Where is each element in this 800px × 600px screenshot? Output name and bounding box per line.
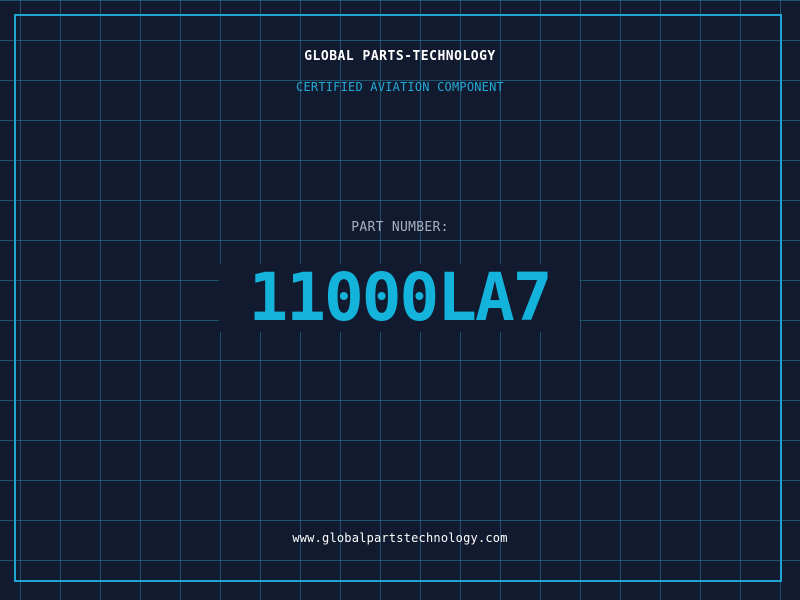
part-number-panel: 11000LA7 xyxy=(219,264,580,332)
company-name: GLOBAL PARTS-TECHNOLOGY xyxy=(304,49,496,64)
part-number-label: PART NUMBER: xyxy=(351,220,449,235)
grid-canvas: GLOBAL PARTS-TECHNOLOGY CERTIFIED AVIATI… xyxy=(0,0,800,600)
company-subtitle: CERTIFIED AVIATION COMPONENT xyxy=(296,80,504,94)
part-number-value: 11000LA7 xyxy=(248,259,553,336)
website-link[interactable]: www.globalpartstechnology.com xyxy=(0,531,800,545)
